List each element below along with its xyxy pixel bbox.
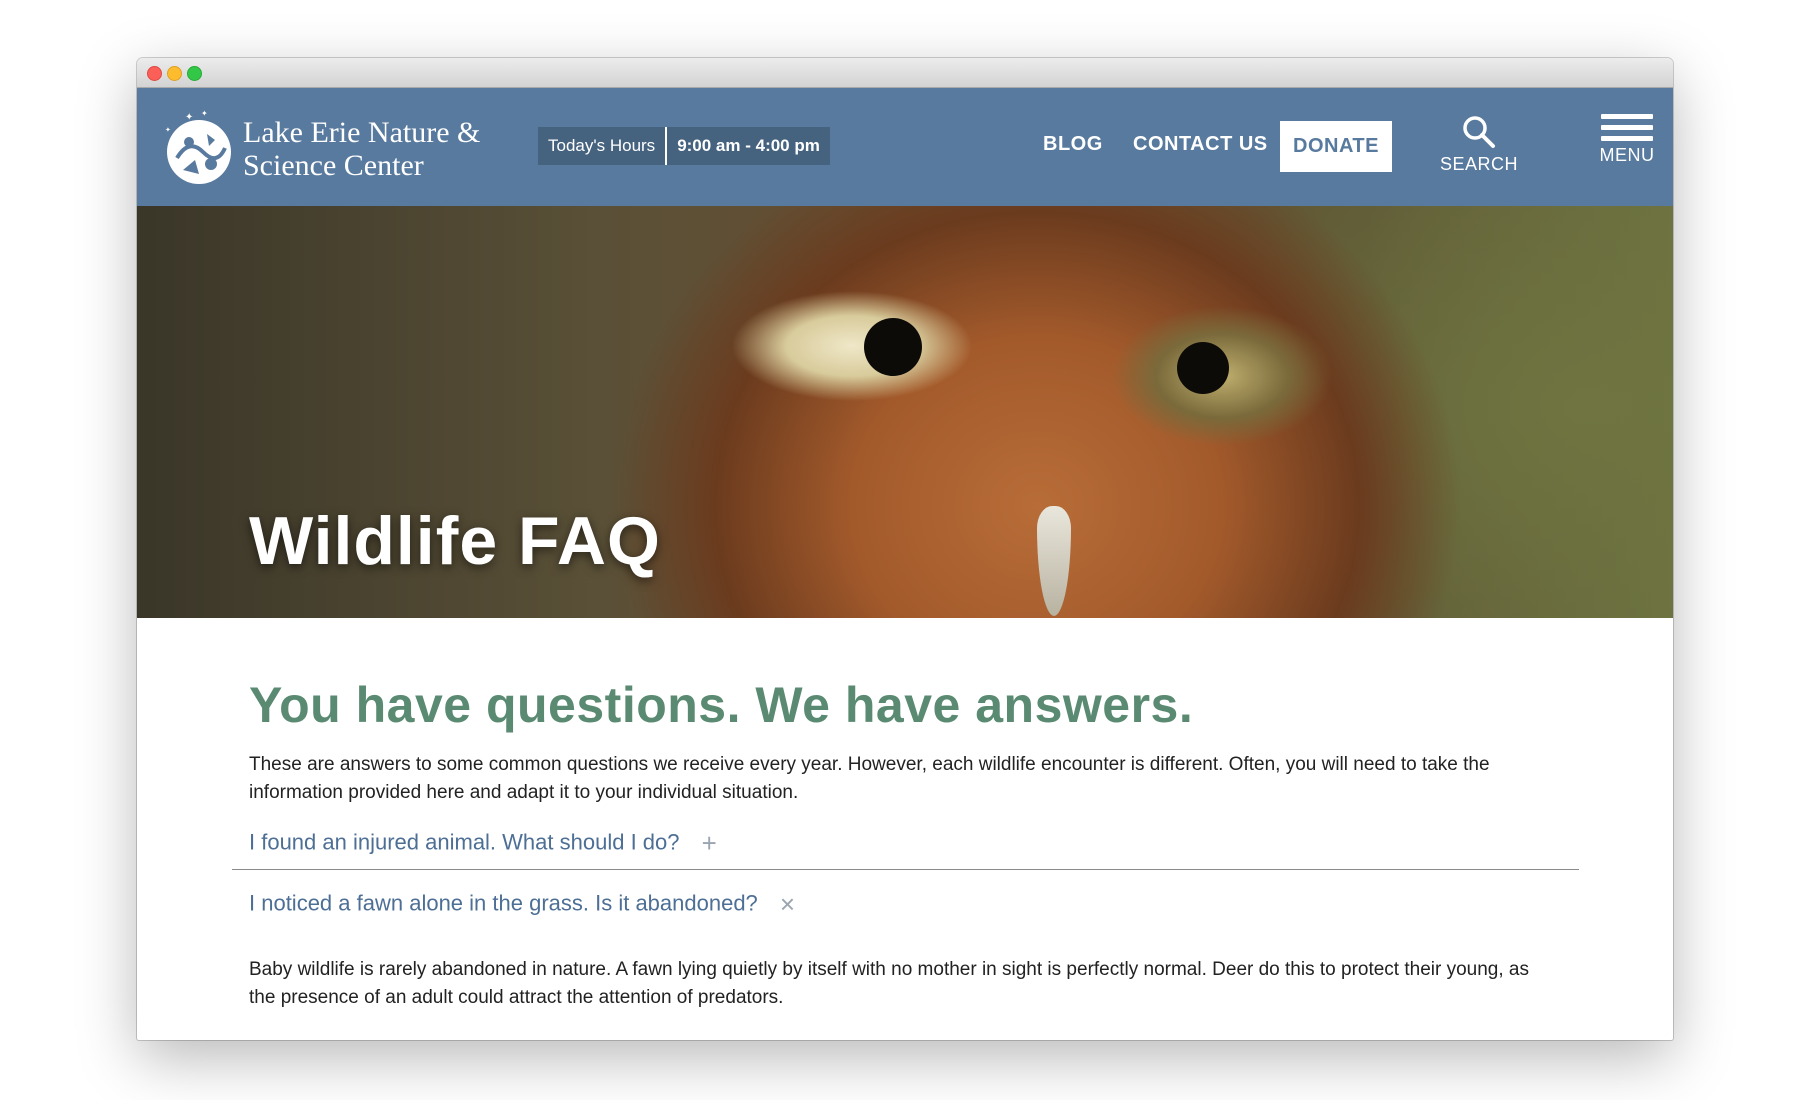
maximize-window-button[interactable] [187,66,202,81]
expand-plus-icon[interactable]: + [702,828,717,859]
hours-label: Today's Hours [538,127,668,165]
logo-text: Lake Erie Nature & Science Center [243,116,480,182]
hours-value: 9:00 am - 4:00 pm [677,136,820,155]
svg-text:✦: ✦ [201,109,208,118]
hero-banner: Wildlife FAQ [137,206,1673,618]
collapse-close-icon[interactable]: × [780,889,795,920]
browser-window: ✦ ✦ ✦ Lake Erie Nature & Science Center … [137,58,1673,1040]
faq-question-text: I noticed a fawn alone in the grass. Is … [249,890,758,916]
svg-text:✦: ✦ [165,126,171,134]
menu-button[interactable]: MENU [1595,114,1659,180]
owl-eye-right [1177,342,1229,394]
menu-label: MENU [1599,145,1655,165]
search-icon [1463,116,1495,148]
donate-button[interactable]: DONATE [1280,121,1392,172]
faq-question-fawn[interactable]: I noticed a fawn alone in the grass. Is … [249,889,795,920]
nav-contact-us-link[interactable]: CONTACT US [1133,133,1268,156]
owl-beak [1037,506,1071,616]
faq-answer-fawn: Baby wildlife is rarely abandoned in nat… [249,959,1529,1008]
logo-line-1: Lake Erie Nature & [243,116,481,149]
page-title: Wildlife FAQ [249,502,661,579]
faq-question-injured-animal[interactable]: I found an injured animal. What should I… [249,828,717,859]
owl-eye-left [864,318,922,376]
search-button[interactable]: SEARCH [1437,114,1521,180]
section-headline: You have questions. We have answers. [249,677,1194,733]
hamburger-icon [1601,114,1653,141]
window-titlebar [137,58,1673,88]
minimize-window-button[interactable] [167,66,182,81]
logo-globe-icon: ✦ ✦ ✦ [165,109,231,184]
search-label: SEARCH [1439,154,1518,174]
faq-question-text: I found an injured animal. What should I… [249,829,680,855]
nav-blog-link[interactable]: BLOG [1043,133,1103,156]
todays-hours: Today's Hours 9:00 am - 4:00 pm [538,127,830,165]
close-window-button[interactable] [147,66,162,81]
main-content: You have questions. We have answers. The… [137,618,1673,1040]
site-header: ✦ ✦ ✦ Lake Erie Nature & Science Center … [137,88,1673,206]
intro-paragraph: These are answers to some common questio… [249,754,1490,803]
faq-divider [232,869,1579,870]
site-logo[interactable]: ✦ ✦ ✦ Lake Erie Nature & Science Center [159,104,499,192]
logo-line-2: Science Center [243,149,424,182]
svg-text:✦: ✦ [185,112,193,123]
